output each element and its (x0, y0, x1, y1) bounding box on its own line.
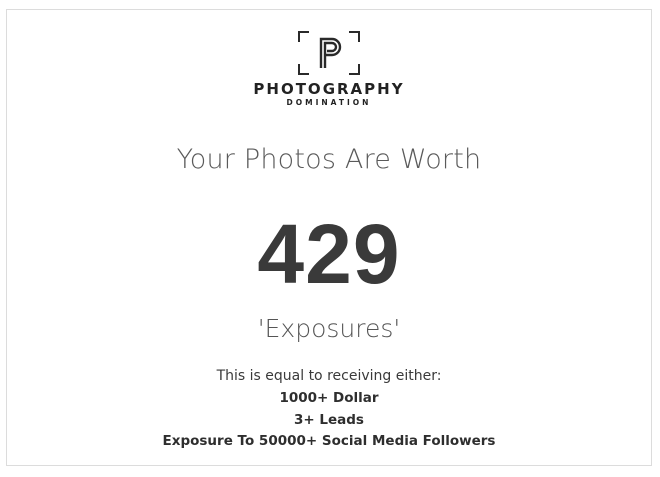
brand-subtitle: DOMINATION (286, 98, 372, 107)
brand-name: PHOTOGRAPHY (253, 80, 405, 98)
reward-item-followers: Exposure To 50000+ Social Media Follower… (162, 433, 496, 449)
reward-item-dollar: 1000+ Dollar (279, 390, 379, 406)
exposure-score: 429 (257, 207, 401, 301)
result-headline: Your Photos Are Worth (176, 144, 482, 175)
brand-logo: PHOTOGRAPHY DOMINATION (7, 30, 651, 108)
reward-item-leads: 3+ Leads (294, 411, 364, 428)
result-card: PHOTOGRAPHY DOMINATION Your Photos Are W… (6, 9, 652, 466)
camera-viewfinder-p-logo-icon (298, 31, 360, 75)
rewards-list: 1000+ Dollar 3+ Leads Exposure To 50000+… (7, 388, 651, 453)
score-unit: 'Exposures' (257, 314, 401, 343)
equivalence-text: This is equal to receiving either: (216, 368, 442, 384)
